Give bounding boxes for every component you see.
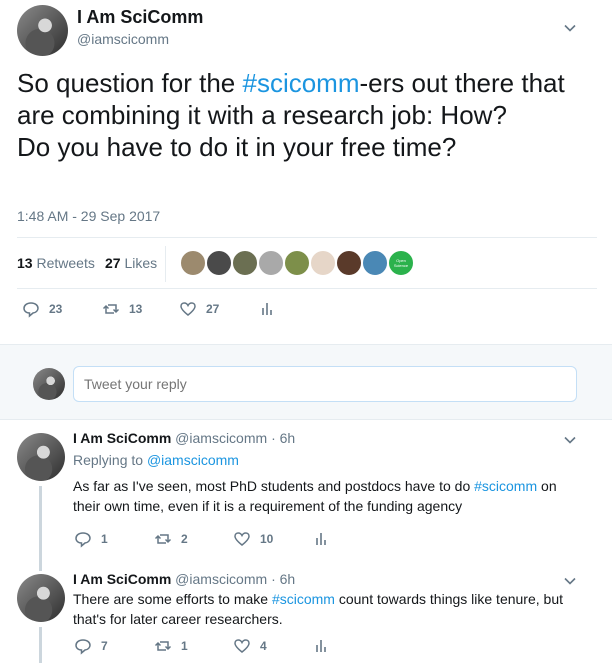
reply-author-name[interactable]: I Am SciComm bbox=[73, 571, 171, 587]
reply-button[interactable]: 1 bbox=[74, 527, 108, 551]
reply-actions: 1 2 10 bbox=[0, 527, 612, 551]
chevron-down-icon[interactable] bbox=[564, 22, 576, 34]
analytics-button[interactable] bbox=[312, 527, 330, 551]
reply-tweet[interactable]: I Am SciComm @iamscicomm · 6h There are … bbox=[0, 561, 612, 663]
liker-avatar[interactable] bbox=[258, 250, 284, 276]
liker-avatar[interactable] bbox=[206, 250, 232, 276]
replying-to-handle[interactable]: @iamscicomm bbox=[147, 452, 239, 468]
current-user-avatar bbox=[33, 368, 65, 400]
main-tweet: I Am SciComm @iamscicomm So question for… bbox=[0, 0, 612, 344]
reply-text: As far as I've seen, most PhD students a… bbox=[73, 476, 573, 516]
reply-icon bbox=[75, 532, 91, 548]
like-button[interactable]: 27 bbox=[179, 297, 219, 321]
tweet-text-part: So question for the bbox=[17, 68, 243, 98]
retweet-icon bbox=[154, 641, 172, 651]
liker-avatar[interactable] bbox=[232, 250, 258, 276]
chevron-down-icon[interactable] bbox=[564, 575, 576, 587]
analytics-icon bbox=[316, 533, 326, 545]
retweet-button[interactable]: 13 bbox=[102, 297, 142, 321]
retweet-count-action: 13 bbox=[129, 302, 143, 316]
reply-author-avatar[interactable] bbox=[17, 433, 65, 481]
reply-tweet[interactable]: I Am SciComm @iamscicomm · 6h Replying t… bbox=[0, 420, 612, 566]
like-label: Likes bbox=[124, 255, 158, 271]
liker-avatar[interactable] bbox=[180, 250, 206, 276]
liker-avatar[interactable] bbox=[310, 250, 336, 276]
author-avatar[interactable] bbox=[17, 5, 68, 56]
retweet-count: 2 bbox=[181, 532, 188, 546]
reply-count: 1 bbox=[101, 532, 108, 546]
reply-time[interactable]: 6h bbox=[280, 430, 296, 446]
heart-icon bbox=[180, 302, 196, 316]
retweet-icon bbox=[102, 304, 120, 314]
reply-input[interactable] bbox=[73, 366, 577, 402]
replying-to-label: Replying to bbox=[73, 452, 144, 468]
tweet-text-part: Do you have to do it in your free time? bbox=[17, 132, 457, 162]
hashtag-link[interactable]: #scicomm bbox=[474, 478, 537, 494]
reply-icon bbox=[75, 639, 91, 655]
author-handle[interactable]: @iamscicomm bbox=[77, 31, 169, 47]
tweet-text: So question for the #scicomm-ers out the… bbox=[17, 67, 597, 163]
reply-time[interactable]: 6h bbox=[280, 571, 296, 587]
retweet-button[interactable]: 1 bbox=[154, 634, 188, 658]
separator: · bbox=[271, 571, 276, 587]
reply-header: I Am SciComm @iamscicomm · 6h bbox=[73, 430, 295, 446]
liker-avatar[interactable] bbox=[336, 250, 362, 276]
reply-text: There are some efforts to make #scicomm … bbox=[73, 589, 573, 629]
reply-text-part: As far as I've seen, most PhD students a… bbox=[73, 478, 475, 494]
like-count: 10 bbox=[260, 532, 274, 546]
retweet-button[interactable]: 2 bbox=[154, 527, 188, 551]
stats-divider bbox=[165, 246, 166, 282]
like-count: 4 bbox=[260, 639, 267, 653]
reply-button[interactable]: 7 bbox=[74, 634, 108, 658]
like-count: 27 bbox=[105, 255, 121, 271]
reply-author-handle[interactable]: @iamscicomm bbox=[175, 571, 267, 587]
heart-icon bbox=[234, 639, 250, 653]
reply-actions: 7 1 4 bbox=[0, 634, 612, 658]
liker-avatar[interactable] bbox=[362, 250, 388, 276]
reply-header: I Am SciComm @iamscicomm · 6h bbox=[73, 571, 295, 587]
thread-line bbox=[39, 486, 42, 566]
analytics-icon bbox=[316, 640, 326, 652]
likes-stat[interactable]: 27 Likes bbox=[105, 255, 157, 271]
tweet-stats: 13 Retweets 27 Likes Open Science bbox=[17, 237, 597, 289]
liker-avatar[interactable] bbox=[284, 250, 310, 276]
retweet-count: 13 bbox=[17, 255, 33, 271]
hashtag-link[interactable]: #scicomm bbox=[242, 68, 359, 98]
heart-icon bbox=[234, 532, 250, 546]
replying-to: Replying to @iamscicomm bbox=[73, 452, 239, 468]
thread-line bbox=[39, 561, 42, 571]
like-count-action: 27 bbox=[206, 302, 220, 316]
separator: · bbox=[271, 430, 276, 446]
reply-author-handle[interactable]: @iamscicomm bbox=[175, 430, 267, 446]
retweet-label: Retweets bbox=[36, 255, 95, 271]
reply-button[interactable]: 23 bbox=[22, 297, 62, 321]
reply-author-avatar[interactable] bbox=[17, 574, 65, 622]
reply-count: 7 bbox=[101, 639, 108, 653]
reply-icon bbox=[23, 302, 39, 318]
retweets-stat[interactable]: 13 Retweets bbox=[17, 255, 95, 271]
reply-text-part: There are some efforts to make bbox=[73, 591, 272, 607]
hashtag-link[interactable]: #scicomm bbox=[272, 591, 335, 607]
reply-composer bbox=[0, 344, 612, 420]
retweet-count: 1 bbox=[181, 639, 188, 653]
tweet-timestamp[interactable]: 1:48 AM - 29 Sep 2017 bbox=[17, 208, 160, 224]
retweet-icon bbox=[154, 534, 172, 544]
tweet-actions: 23 13 27 bbox=[0, 297, 612, 321]
chevron-down-icon[interactable] bbox=[564, 434, 576, 446]
reply-author-name[interactable]: I Am SciComm bbox=[73, 430, 171, 446]
reply-count: 23 bbox=[49, 302, 63, 316]
analytics-button[interactable] bbox=[258, 297, 276, 321]
like-button[interactable]: 4 bbox=[233, 634, 267, 658]
analytics-icon bbox=[262, 303, 272, 315]
liker-avatar[interactable]: Open Science bbox=[388, 250, 414, 276]
analytics-button[interactable] bbox=[312, 634, 330, 658]
author-name[interactable]: I Am SciComm bbox=[77, 7, 203, 28]
like-button[interactable]: 10 bbox=[233, 527, 273, 551]
